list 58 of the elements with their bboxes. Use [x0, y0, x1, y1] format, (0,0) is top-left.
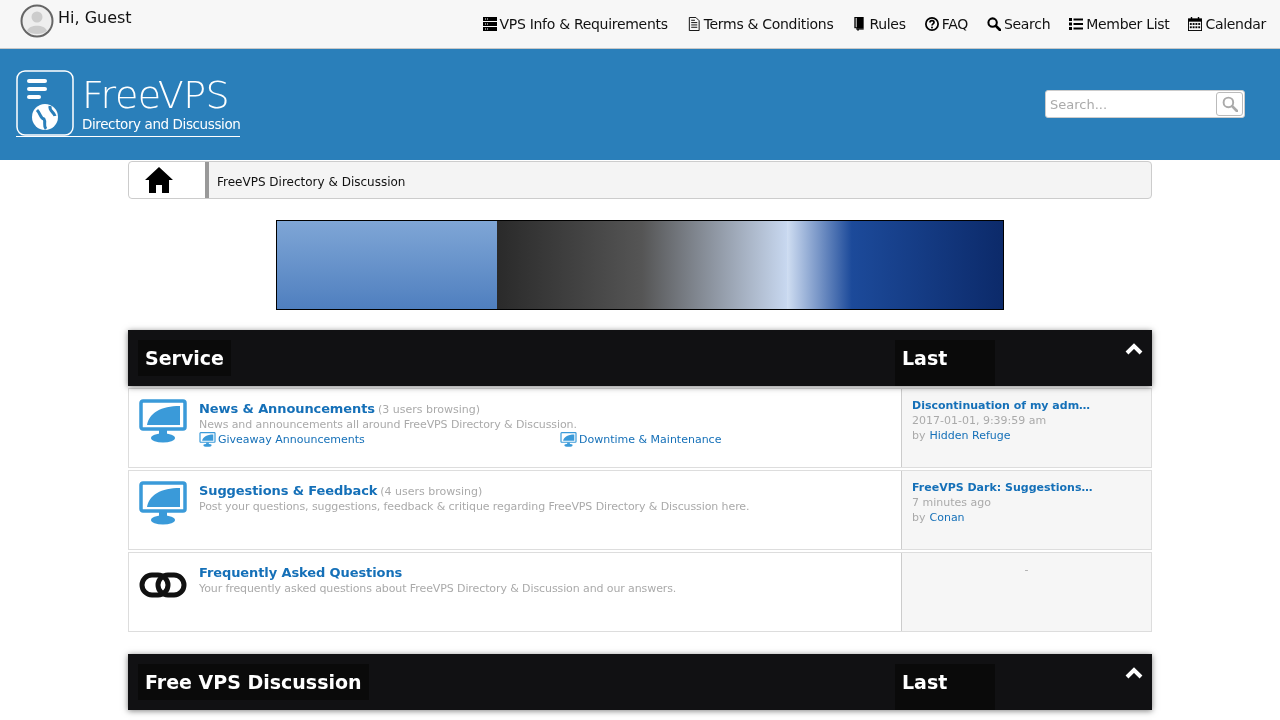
- collapse-toggle[interactable]: [1125, 666, 1143, 680]
- by-label: by: [912, 511, 926, 524]
- site-logo[interactable]: FreeVPS Directory and Discussion: [16, 70, 241, 137]
- by-label: by: [912, 429, 926, 442]
- nav-link[interactable]: Rules: [852, 16, 906, 32]
- nav-link[interactable]: Terms & Conditions: [686, 16, 834, 32]
- question-icon: [924, 17, 939, 31]
- search-icon: [1221, 96, 1238, 112]
- post-time: 7 minutes ago: [912, 496, 992, 509]
- monitor-icon: [139, 399, 187, 443]
- last-post-heading: Last: [895, 340, 995, 386]
- breadcrumb-link[interactable]: FreeVPS Directory & Discussion: [217, 174, 406, 189]
- subforum-link[interactable]: Giveaway Announcements: [199, 432, 560, 447]
- calendar-icon: [1188, 17, 1203, 31]
- nav-link[interactable]: Member List: [1069, 16, 1170, 32]
- monitor-icon: [139, 481, 187, 525]
- server-icon: [482, 17, 497, 31]
- chevron-up-icon: [1125, 666, 1143, 680]
- category-title[interactable]: Free VPS Discussion: [138, 664, 369, 700]
- browsing-count: (4 users browsing): [380, 485, 483, 498]
- list-icon: [1069, 17, 1084, 31]
- forum-title-link[interactable]: Frequently Asked Questions: [199, 565, 403, 580]
- home-icon: [144, 166, 174, 194]
- home-button[interactable]: [129, 162, 205, 198]
- collapse-toggle[interactable]: [1125, 342, 1143, 356]
- greeting-text: Hi, Guest: [58, 7, 132, 27]
- no-post-dash: -: [1024, 563, 1029, 576]
- chevron-up-icon: [1125, 342, 1143, 356]
- category-title[interactable]: Service: [138, 340, 231, 376]
- document-icon: [686, 17, 701, 31]
- logo-name: FreeVPS: [82, 74, 231, 116]
- nav-link[interactable]: VPS Info & Requirements: [482, 16, 668, 32]
- forum-title-link[interactable]: News & Announcements: [199, 401, 375, 416]
- post-time: 2017-01-01, 9:39:59 am: [912, 414, 1048, 427]
- forum-description: Your frequently asked questions about FreeVPS Directory & Discussion and our answers.: [199, 582, 678, 595]
- browsing-count: (3 users browsing): [377, 403, 480, 416]
- forum-description: News and announcements all around FreeVPS Directory & Discussion.: [199, 418, 578, 431]
- author-link[interactable]: Hidden Refuge: [929, 429, 1011, 442]
- nav-link[interactable]: Calendar: [1188, 16, 1266, 32]
- subforum-link[interactable]: Downtime & Maintenance: [560, 432, 891, 447]
- logo-tagline: Directory and Discussion: [82, 116, 241, 132]
- monitor-icon: [560, 432, 577, 447]
- nav-link[interactable]: Search: [986, 16, 1051, 32]
- last-post-heading: Last: [895, 664, 995, 710]
- avatar-icon: [20, 4, 54, 38]
- chain-link-icon: [139, 572, 187, 598]
- author-link[interactable]: Conan: [929, 511, 965, 524]
- nav-link[interactable]: FAQ: [924, 16, 968, 32]
- book-icon: [852, 17, 867, 31]
- search-field[interactable]: Search...: [1046, 91, 1214, 117]
- advertisement-banner[interactable]: [276, 220, 1004, 310]
- search-icon: [986, 17, 1001, 31]
- forum-description: Post your questions, suggestions, feedback & critique regarding FreeVPS Directory & Discussion here.: [199, 500, 751, 513]
- last-post-link[interactable]: Discontinuation of my adm…: [912, 399, 1141, 412]
- monitor-icon: [199, 432, 216, 447]
- search-bar[interactable]: Search...: [1045, 90, 1245, 118]
- forum-title-link[interactable]: Suggestions & Feedback: [199, 483, 378, 498]
- last-post-link[interactable]: FreeVPS Dark: Suggestions…: [912, 481, 1141, 494]
